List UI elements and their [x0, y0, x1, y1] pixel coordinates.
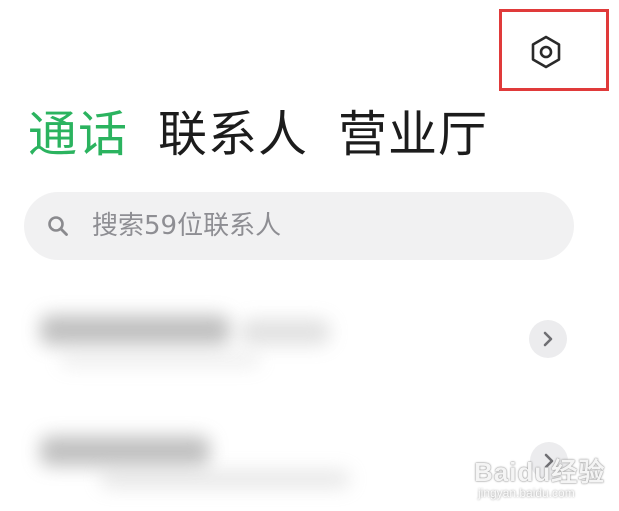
phone-call-screen: 通话 联系人 营业厅 搜索59位联系人 Baidu经验 jingyan.baid…	[0, 0, 619, 511]
tab-bar: 通话 联系人 营业厅	[28, 104, 488, 166]
tab-service-hall[interactable]: 营业厅	[338, 104, 488, 166]
chevron-right-icon	[544, 453, 554, 469]
contact-list-item[interactable]	[0, 420, 619, 511]
search-icon	[46, 214, 70, 238]
blurred-contact-name	[40, 436, 210, 466]
search-input[interactable]	[92, 211, 512, 241]
chevron-right-icon	[543, 331, 553, 347]
contact-detail-button[interactable]	[529, 320, 567, 358]
settings-button[interactable]	[526, 31, 566, 73]
blurred-contact-detail	[240, 319, 330, 345]
search-bar[interactable]	[24, 192, 574, 260]
contact-list-item[interactable]	[0, 295, 619, 395]
tab-contacts[interactable]: 联系人	[158, 104, 308, 166]
tab-calls[interactable]: 通话	[28, 104, 128, 166]
blurred-contact-subtitle	[100, 470, 350, 488]
blurred-contact-name	[40, 315, 230, 345]
settings-hexagon-icon	[531, 35, 561, 69]
blurred-contact-subtitle	[60, 353, 260, 367]
contact-detail-button[interactable]	[530, 442, 568, 480]
